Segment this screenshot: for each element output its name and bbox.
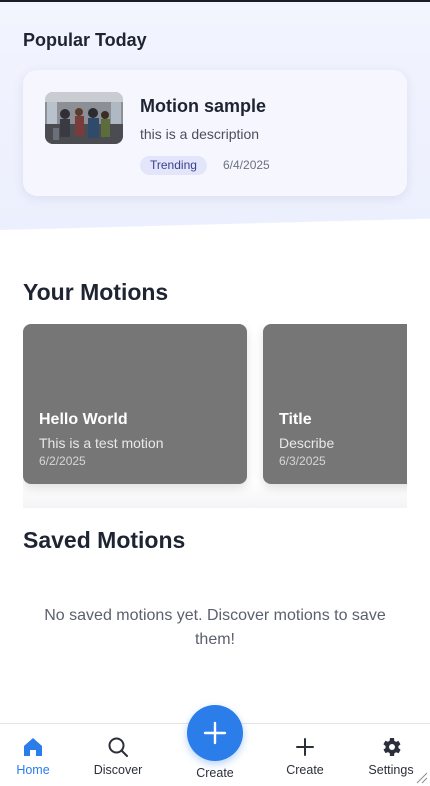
- nav-item-create[interactable]: Create: [265, 724, 345, 786]
- popular-motion-description: this is a description: [140, 126, 260, 142]
- popular-motion-thumbnail: [45, 92, 123, 144]
- popular-motion-card[interactable]: Motion sample this is a description Tren…: [23, 70, 407, 196]
- plus-icon: [293, 735, 317, 759]
- app-screen: Popular Today Motion sample this is a de…: [0, 0, 430, 786]
- motion-card[interactable]: Title Describe 6/3/2025: [263, 324, 407, 484]
- motion-card-description: Describe: [279, 435, 335, 451]
- saved-motions-empty-message: No saved motions yet. Discover motions t…: [44, 607, 386, 648]
- resize-grip-icon[interactable]: [416, 772, 428, 784]
- create-fab-item[interactable]: Create: [174, 705, 256, 785]
- your-motions-title: Your Motions: [23, 279, 169, 305]
- nav-label-discover: Discover: [93, 763, 143, 777]
- gear-icon: [379, 735, 403, 759]
- nav-label-create: Create: [286, 763, 324, 777]
- motion-card-date: 6/3/2025: [279, 454, 326, 468]
- nav-item-discover[interactable]: Discover: [78, 724, 158, 786]
- create-fab-button[interactable]: [187, 705, 243, 761]
- nav-label-home: Home: [16, 763, 50, 777]
- motion-card-title: Hello World: [39, 411, 128, 428]
- search-icon: [106, 735, 130, 759]
- trending-badge: Trending: [140, 156, 207, 175]
- popular-section-title: Popular Today: [23, 30, 147, 50]
- nav-label-settings: Settings: [368, 763, 414, 777]
- nav-item-home[interactable]: Home: [0, 724, 73, 786]
- thumbnail-image: [45, 92, 123, 144]
- home-icon: [21, 735, 45, 759]
- top-border: [0, 0, 430, 2]
- popular-motion-title: Motion sample: [140, 96, 267, 116]
- motion-card-description: This is a test motion: [39, 435, 164, 451]
- your-motions-carousel[interactable]: Hello World This is a test motion 6/2/20…: [23, 324, 407, 508]
- plus-icon: [203, 721, 227, 745]
- motion-card[interactable]: Hello World This is a test motion 6/2/20…: [23, 324, 247, 484]
- saved-motions-title: Saved Motions: [23, 527, 186, 553]
- motion-card-date: 6/2/2025: [39, 454, 86, 468]
- create-fab-label: Create: [196, 766, 234, 780]
- popular-motion-date: 6/4/2025: [223, 158, 270, 172]
- motion-card-title: Title: [279, 411, 312, 428]
